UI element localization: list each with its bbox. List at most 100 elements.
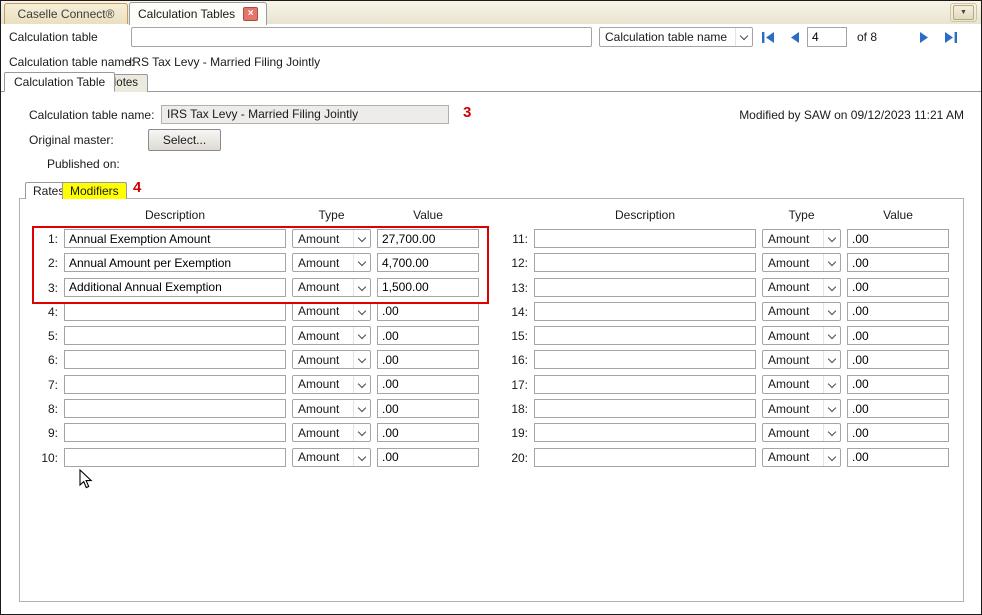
description-input[interactable] [534,229,756,248]
chevron-down-icon[interactable]: ▼ [953,5,974,20]
type-select[interactable]: Amount [762,326,841,345]
value-input[interactable] [377,448,479,467]
chevron-down-icon [823,449,840,466]
value-input[interactable] [377,326,479,345]
info-bar-label: Calculation table name: [9,55,134,69]
type-select[interactable]: Amount [292,302,371,321]
description-input[interactable] [64,423,286,442]
description-input[interactable] [64,350,286,369]
first-record-button[interactable] [757,28,779,46]
type-select[interactable]: Amount [762,399,841,418]
description-input[interactable] [534,326,756,345]
type-select[interactable]: Amount [762,448,841,467]
type-select[interactable]: Amount [762,229,841,248]
row-number-label: 13: [490,281,528,295]
description-input[interactable] [64,253,286,272]
type-select-value: Amount [763,280,823,294]
type-select[interactable]: Amount [762,350,841,369]
description-input[interactable] [534,278,756,297]
value-input[interactable] [847,302,949,321]
type-select[interactable]: Amount [762,375,841,394]
type-select[interactable]: Amount [292,229,371,248]
column-header-value: Value [377,208,479,222]
type-select[interactable]: Amount [292,448,371,467]
modifier-row: 10:Amount [20,446,495,470]
type-select-value: Amount [763,353,823,367]
value-input[interactable] [377,423,479,442]
description-input[interactable] [64,229,286,248]
type-select[interactable]: Amount [292,278,371,297]
next-record-button[interactable] [913,28,935,46]
type-select[interactable]: Amount [292,326,371,345]
type-select[interactable]: Amount [762,302,841,321]
tab-calculation-table[interactable]: Calculation Table [4,72,115,92]
description-input[interactable] [64,326,286,345]
type-select[interactable]: Amount [292,253,371,272]
row-number-label: 12: [490,256,528,270]
value-input[interactable] [847,375,949,394]
value-input[interactable] [847,229,949,248]
type-select[interactable]: Amount [292,350,371,369]
description-input[interactable] [64,302,286,321]
search-input[interactable] [131,27,592,47]
value-input[interactable] [377,350,479,369]
type-select[interactable]: Amount [762,423,841,442]
application-window: Caselle Connect® ▼ Calculation Tables × … [0,0,982,615]
tab-caselle-connect[interactable]: Caselle Connect® [4,3,128,24]
value-input[interactable] [847,448,949,467]
close-icon[interactable]: × [243,7,258,21]
row-number-label: 5: [20,329,58,343]
chevron-down-icon [823,327,840,344]
value-input[interactable] [377,278,479,297]
value-input[interactable] [377,229,479,248]
description-input[interactable] [534,253,756,272]
type-select-value: Amount [763,402,823,416]
type-select-value: Amount [293,426,353,440]
row-number-label: 15: [490,329,528,343]
description-input[interactable] [534,375,756,394]
value-input[interactable] [847,423,949,442]
description-input[interactable] [534,399,756,418]
type-select[interactable]: Amount [292,399,371,418]
type-select-value: Amount [763,426,823,440]
value-input[interactable] [847,278,949,297]
description-input[interactable] [534,423,756,442]
calculation-table-name-field[interactable]: IRS Tax Levy - Married Filing Jointly [161,105,449,124]
previous-record-button[interactable] [783,28,805,46]
value-input[interactable] [377,375,479,394]
tab-modifiers[interactable]: Modifiers [62,182,127,199]
description-input[interactable] [534,448,756,467]
chevron-down-icon [353,351,370,368]
record-number-input[interactable] [807,27,847,47]
type-select[interactable]: Amount [762,278,841,297]
modified-by-label: Modified by SAW on 09/12/2023 11:21 AM [739,108,964,122]
annotation-step-4: 4 [133,179,141,196]
tab-calculation-tables[interactable]: Calculation Tables × [129,2,267,25]
value-input[interactable] [847,253,949,272]
value-input[interactable] [847,350,949,369]
description-input[interactable] [64,278,286,297]
modifier-row: 2:Amount [20,251,495,275]
value-input[interactable] [377,253,479,272]
value-input[interactable] [377,399,479,418]
select-button[interactable]: Select... [148,129,221,151]
type-select[interactable]: Amount [292,375,371,394]
type-select-value: Amount [293,280,353,294]
value-input[interactable] [377,302,479,321]
previous-record-icon [789,32,800,43]
chevron-down-icon [823,230,840,247]
type-select[interactable]: Amount [762,253,841,272]
type-select-value: Amount [763,232,823,246]
description-input[interactable] [534,350,756,369]
value-input[interactable] [847,399,949,418]
chevron-down-icon [823,376,840,393]
last-record-button[interactable] [939,28,961,46]
value-input[interactable] [847,326,949,345]
description-input[interactable] [64,375,286,394]
field-selector-combobox[interactable]: Calculation table name [599,27,753,47]
type-select[interactable]: Amount [292,423,371,442]
modifier-rows-right: 11:Amount12:Amount13:Amount14:Amount15:A… [490,227,965,470]
description-input[interactable] [534,302,756,321]
description-input[interactable] [64,448,286,467]
description-input[interactable] [64,399,286,418]
